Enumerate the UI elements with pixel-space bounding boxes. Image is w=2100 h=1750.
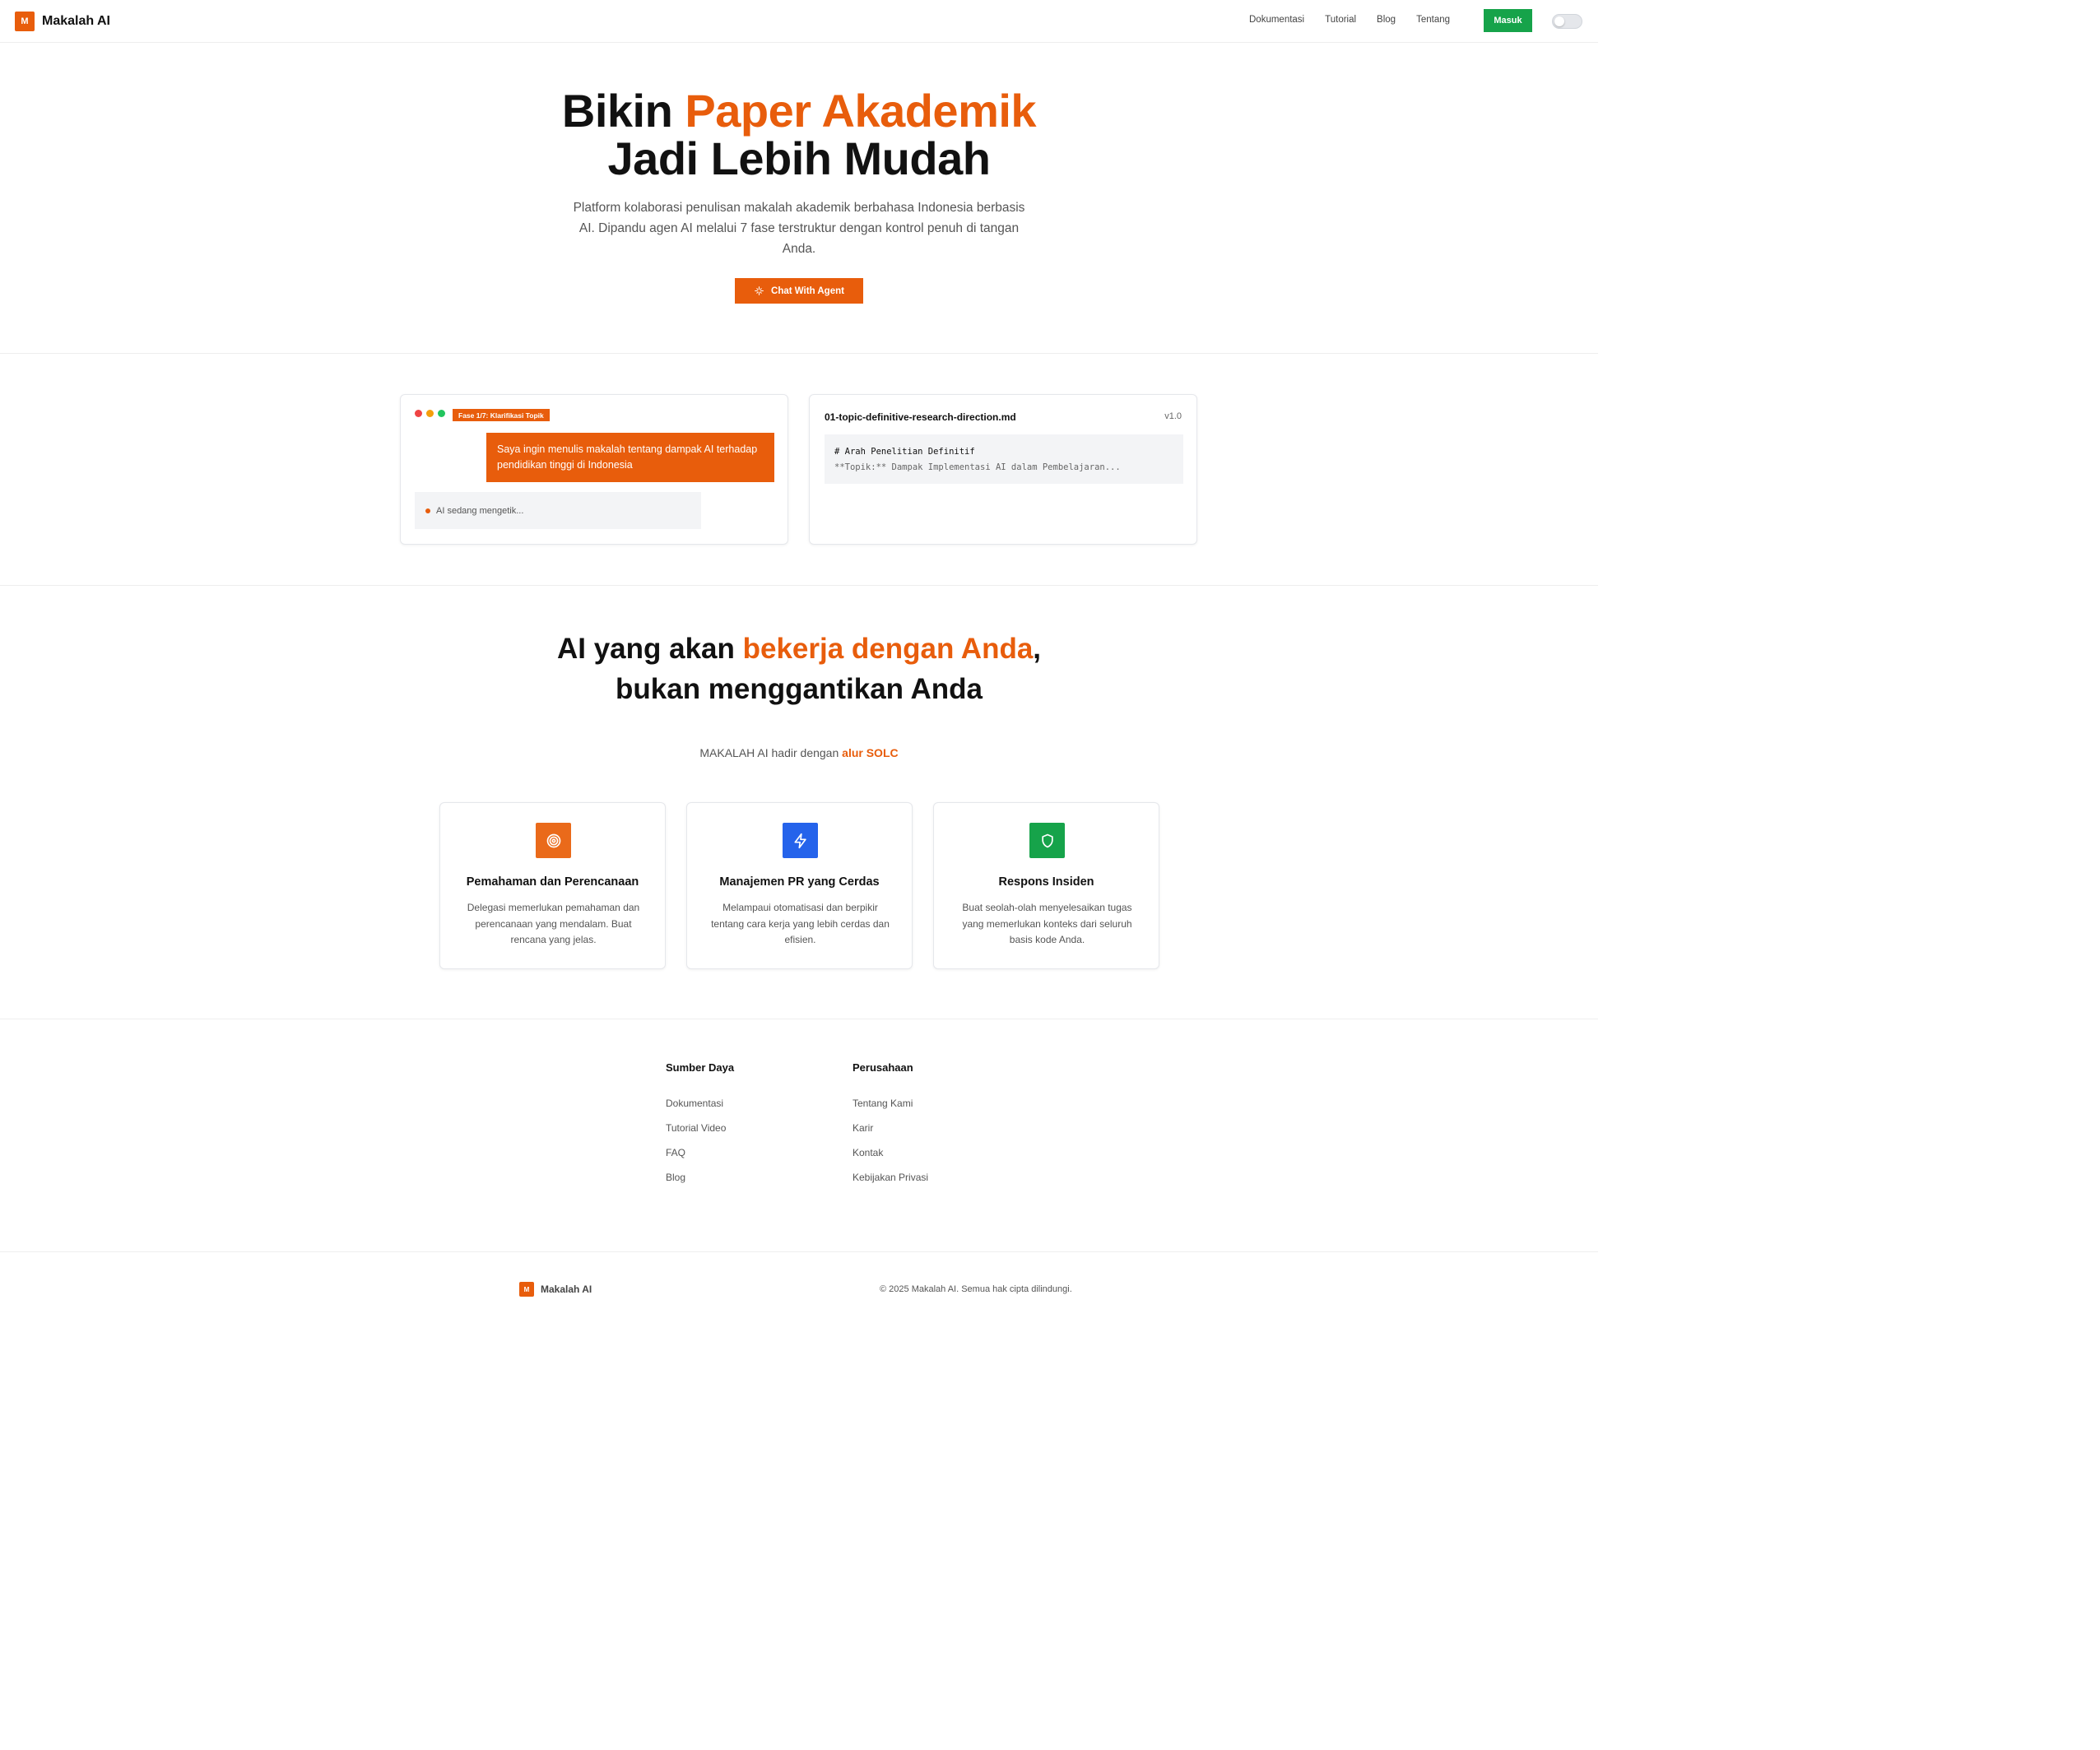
typing-dot-icon bbox=[425, 508, 430, 513]
section-divider bbox=[0, 585, 1598, 586]
features-heading-line2: bukan menggantikan Anda bbox=[616, 673, 983, 705]
cta-label: Chat With Agent bbox=[771, 285, 844, 296]
document-filename: 01-topic-definitive-research-direction.m… bbox=[825, 411, 1016, 423]
sparkle-icon bbox=[755, 286, 764, 295]
user-message-bubble: Saya ingin menulis makalah tentang dampa… bbox=[486, 433, 774, 482]
typing-indicator: AI sedang mengetik... bbox=[415, 492, 701, 529]
feature-card-incident-response: Respons Insiden Buat seolah-olah menyele… bbox=[933, 802, 1159, 969]
document-preview-card: 01-topic-definitive-research-direction.m… bbox=[809, 394, 1197, 545]
footer-heading: Sumber Daya bbox=[666, 1061, 735, 1074]
landing-page: M Makalah AI Dokumentasi Tutorial Blog T… bbox=[0, 0, 1598, 1750]
typing-text: AI sedang mengetik... bbox=[436, 505, 524, 516]
logo-icon: M bbox=[15, 12, 35, 31]
footer-link-blog[interactable]: Blog bbox=[666, 1165, 734, 1190]
theme-toggle[interactable] bbox=[1552, 14, 1582, 29]
hero-description: Platform kolaborasi penulisan makalah ak… bbox=[573, 201, 1025, 256]
chat-preview-card: Fase 1/7: Klarifikasi Topik Saya ingin m… bbox=[400, 394, 788, 545]
features-heading-suffix: , bbox=[1033, 633, 1042, 665]
feature-description: Delegasi memerlukan pemahaman dan perenc… bbox=[467, 902, 640, 945]
hero-title: Bikin Paper Akademik Jadi Lebih Mudah bbox=[0, 87, 1598, 183]
features-subtitle: MAKALAH AI hadir dengan alur SOLC bbox=[0, 746, 1598, 759]
features-subtitle-accent: alur SOLC bbox=[842, 746, 899, 759]
footer-link-karir[interactable]: Karir bbox=[853, 1116, 928, 1140]
footer-logo-icon: M bbox=[519, 1282, 534, 1297]
phase-badge: Fase 1/7: Klarifikasi Topik bbox=[453, 409, 550, 421]
nav-link-tentang[interactable]: Tentang bbox=[1416, 15, 1450, 25]
brand-name: Makalah AI bbox=[42, 14, 110, 28]
document-version: v1.0 bbox=[1164, 411, 1182, 421]
toggle-knob bbox=[1554, 16, 1564, 26]
footer-link-kontak[interactable]: Kontak bbox=[853, 1140, 928, 1165]
main-nav: Dokumentasi Tutorial Blog Tentang bbox=[1249, 15, 1470, 25]
feature-card-planning: Pemahaman dan Perencanaan Delegasi memer… bbox=[439, 802, 666, 969]
feature-title: Pemahaman dan Perencanaan bbox=[466, 875, 639, 889]
footer-divider bbox=[0, 1251, 1598, 1252]
login-button[interactable]: Masuk bbox=[1484, 9, 1532, 32]
features-heading-accent: bekerja dengan Anda bbox=[742, 633, 1034, 665]
features-heading-prefix: AI yang akan bbox=[556, 633, 743, 665]
nav-link-blog[interactable]: Blog bbox=[1377, 15, 1396, 25]
window-controls bbox=[415, 410, 445, 417]
footer-link-tutorial-video[interactable]: Tutorial Video bbox=[666, 1116, 734, 1140]
window-dot-yellow bbox=[426, 410, 434, 417]
hero-title-accent: Paper Akademik bbox=[685, 85, 1037, 137]
section-divider bbox=[0, 353, 1598, 354]
feature-title: Manajemen PR yang Cerdas bbox=[719, 875, 880, 889]
document-heading-line: # Arah Penelitian Definitif bbox=[834, 447, 975, 457]
feature-description: Melampaui otomatisasi dan berpikir tenta… bbox=[711, 902, 890, 945]
features-heading: AI yang akan bekerja dengan Anda, bukan … bbox=[0, 629, 1598, 709]
top-navbar: M Makalah AI Dokumentasi Tutorial Blog T… bbox=[0, 0, 1598, 43]
feature-card-pr-management: Manajemen PR yang Cerdas Melampaui otoma… bbox=[686, 802, 913, 969]
footer-column-resources: Sumber Daya Dokumentasi Tutorial Video F… bbox=[666, 1061, 734, 1190]
chat-with-agent-button[interactable]: Chat With Agent bbox=[735, 278, 863, 304]
footer-link-tentang-kami[interactable]: Tentang Kami bbox=[853, 1091, 928, 1116]
copyright-text: © 2025 Makalah AI. Semua hak cipta dilin… bbox=[880, 1284, 1072, 1294]
hero-title-line2: Jadi Lebih Mudah bbox=[607, 132, 991, 184]
footer-brand-name: Makalah AI bbox=[541, 1283, 592, 1295]
feature-description: Buat seolah-olah menyelesaikan tugas yan… bbox=[962, 902, 1132, 945]
footer-link-dokumentasi[interactable]: Dokumentasi bbox=[666, 1091, 734, 1116]
footer-brand[interactable]: M Makalah AI bbox=[519, 1282, 592, 1297]
nav-link-tutorial[interactable]: Tutorial bbox=[1325, 15, 1356, 25]
hero-title-prefix: Bikin bbox=[561, 85, 685, 137]
footer-column-company: Perusahaan Tentang Kami Karir Kontak Keb… bbox=[853, 1061, 928, 1190]
document-content: # Arah Penelitian Definitif **Topik:** D… bbox=[825, 434, 1183, 484]
footer-link-kebijakan-privasi[interactable]: Kebijakan Privasi bbox=[853, 1165, 928, 1190]
document-topic-line: **Topik:** Dampak Implementasi AI dalam … bbox=[834, 462, 1121, 472]
window-dot-red bbox=[415, 410, 422, 417]
target-icon bbox=[536, 823, 571, 858]
lightning-icon bbox=[783, 823, 818, 858]
footer-heading: Perusahaan bbox=[853, 1061, 913, 1074]
window-dot-green bbox=[438, 410, 445, 417]
features-subtitle-prefix: MAKALAH AI hadir dengan bbox=[699, 746, 843, 759]
shield-icon bbox=[1029, 823, 1065, 858]
footer-link-faq[interactable]: FAQ bbox=[666, 1140, 734, 1165]
feature-title: Respons Insiden bbox=[998, 875, 1094, 889]
nav-link-dokumentasi[interactable]: Dokumentasi bbox=[1249, 15, 1304, 25]
brand-link[interactable]: M Makalah AI bbox=[15, 12, 110, 31]
